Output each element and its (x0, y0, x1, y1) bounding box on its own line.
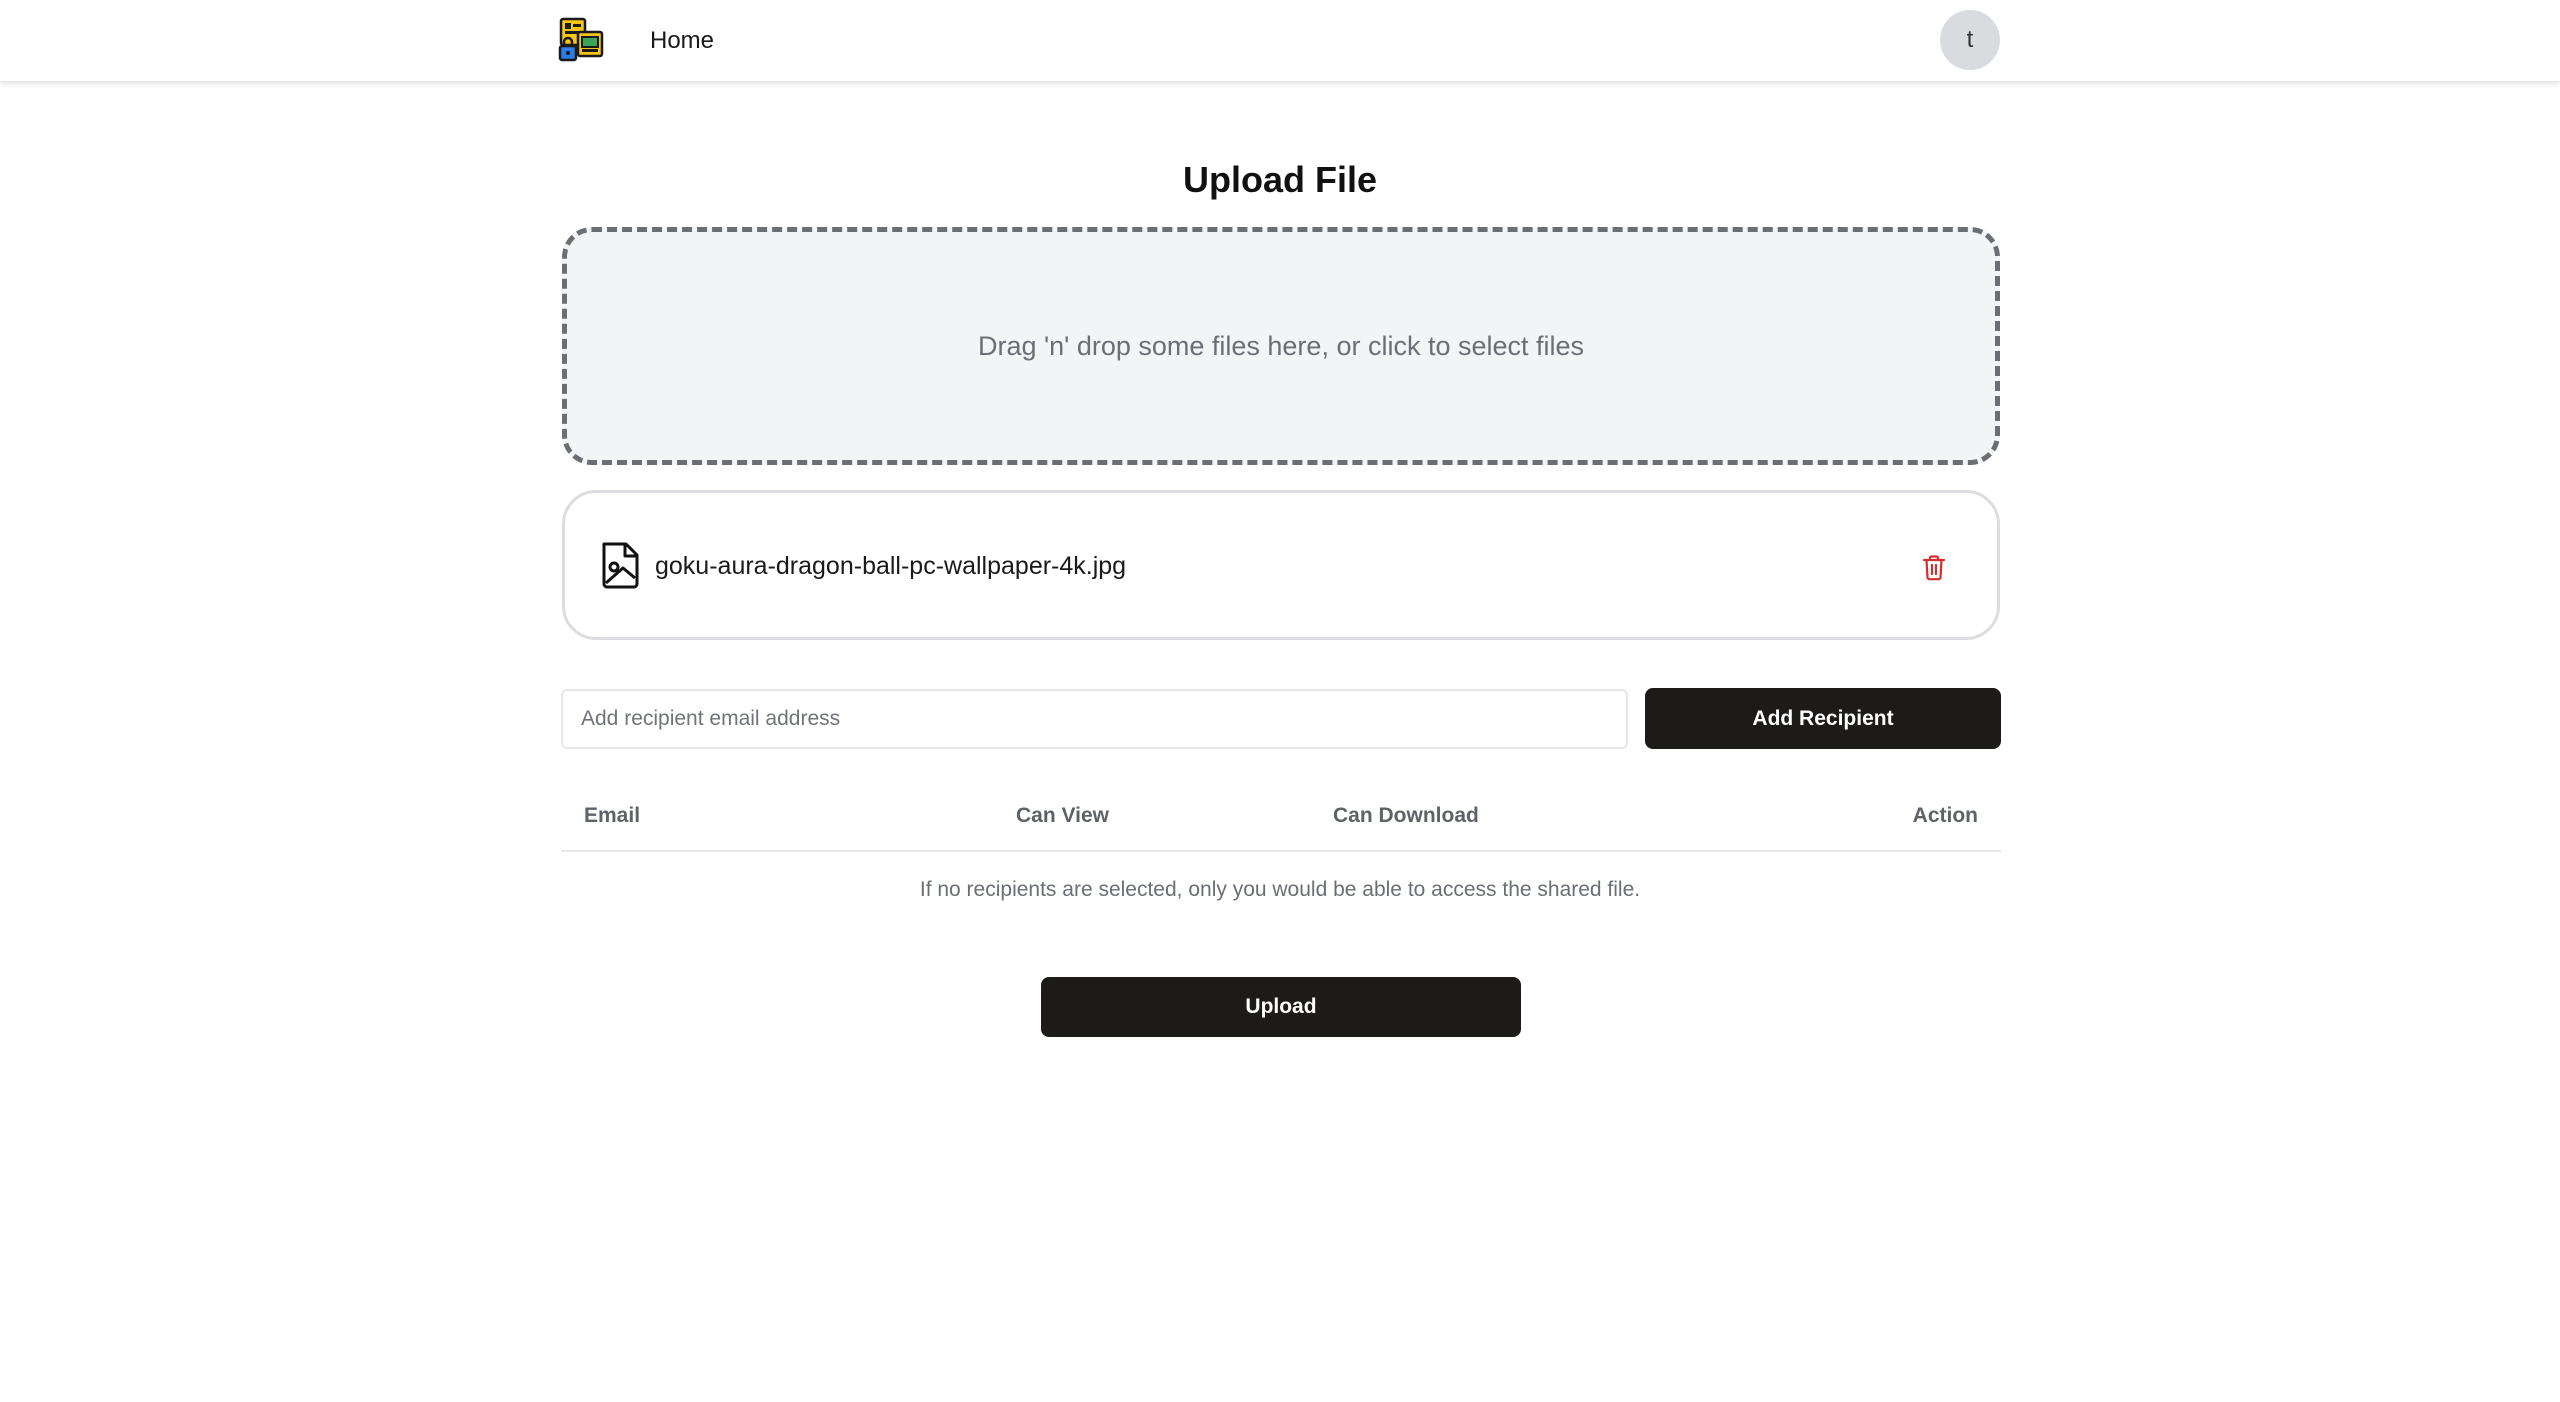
recipient-email-input[interactable] (561, 689, 1628, 749)
file-dropzone[interactable]: Drag 'n' drop some files here, or click … (562, 227, 2000, 465)
dropzone-text: Drag 'n' drop some files here, or click … (977, 330, 1585, 361)
file-name: goku-aura-dragon-ball-pc-wallpaper-4k.jp… (655, 552, 1127, 580)
recipients-table-header: Email Can View Can Download Action (561, 790, 2001, 852)
empty-recipients-message: If no recipients are selected, only you … (919, 878, 1641, 901)
app-logo-icon[interactable] (558, 16, 606, 64)
upload-button[interactable]: Upload (1041, 977, 1521, 1037)
selected-file-card: goku-aura-dragon-ball-pc-wallpaper-4k.jp… (562, 490, 2000, 640)
column-header-can-download: Can Download (1333, 804, 1479, 827)
nav-home-link[interactable]: Home (650, 26, 714, 56)
add-recipient-button[interactable]: Add Recipient (1645, 688, 2001, 749)
top-navbar: Home t (0, 0, 2560, 82)
image-file-icon (602, 542, 639, 589)
trash-icon (1922, 555, 1946, 581)
delete-file-button[interactable] (1917, 551, 1951, 585)
column-header-can-view: Can View (1016, 804, 1109, 827)
page-title: Upload File (1182, 159, 1377, 200)
user-avatar[interactable]: t (1940, 10, 2000, 70)
column-header-email: Email (584, 804, 641, 827)
column-header-action: Action (1912, 804, 1978, 827)
